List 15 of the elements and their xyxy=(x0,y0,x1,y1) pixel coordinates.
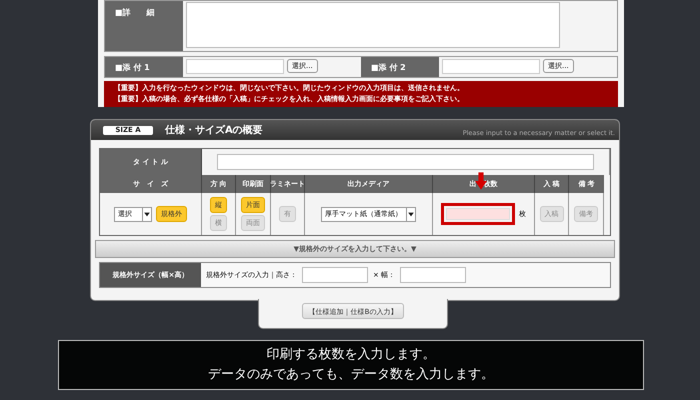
height-field[interactable] xyxy=(302,267,368,283)
quantity-field[interactable] xyxy=(441,203,515,225)
file-field[interactable] xyxy=(186,58,284,74)
detail-textarea[interactable] xyxy=(186,2,560,48)
title-field[interactable] xyxy=(217,154,594,170)
file-field[interactable] xyxy=(442,58,540,74)
caret-icon xyxy=(406,208,415,220)
detail-label: ■詳 細 xyxy=(105,1,183,51)
attachment-label: ■添 付 2 xyxy=(361,57,439,77)
caret-icon xyxy=(142,208,151,220)
section-title: 仕様・サイズAの概要 xyxy=(165,124,263,137)
caption-text: 印刷する枚数を入力します。 xyxy=(266,346,436,364)
caption-text: データのみであっても、データ数を入力します。 xyxy=(207,366,495,384)
width-field[interactable] xyxy=(400,267,466,283)
attachment-label: ■添 付 1 xyxy=(105,57,183,77)
